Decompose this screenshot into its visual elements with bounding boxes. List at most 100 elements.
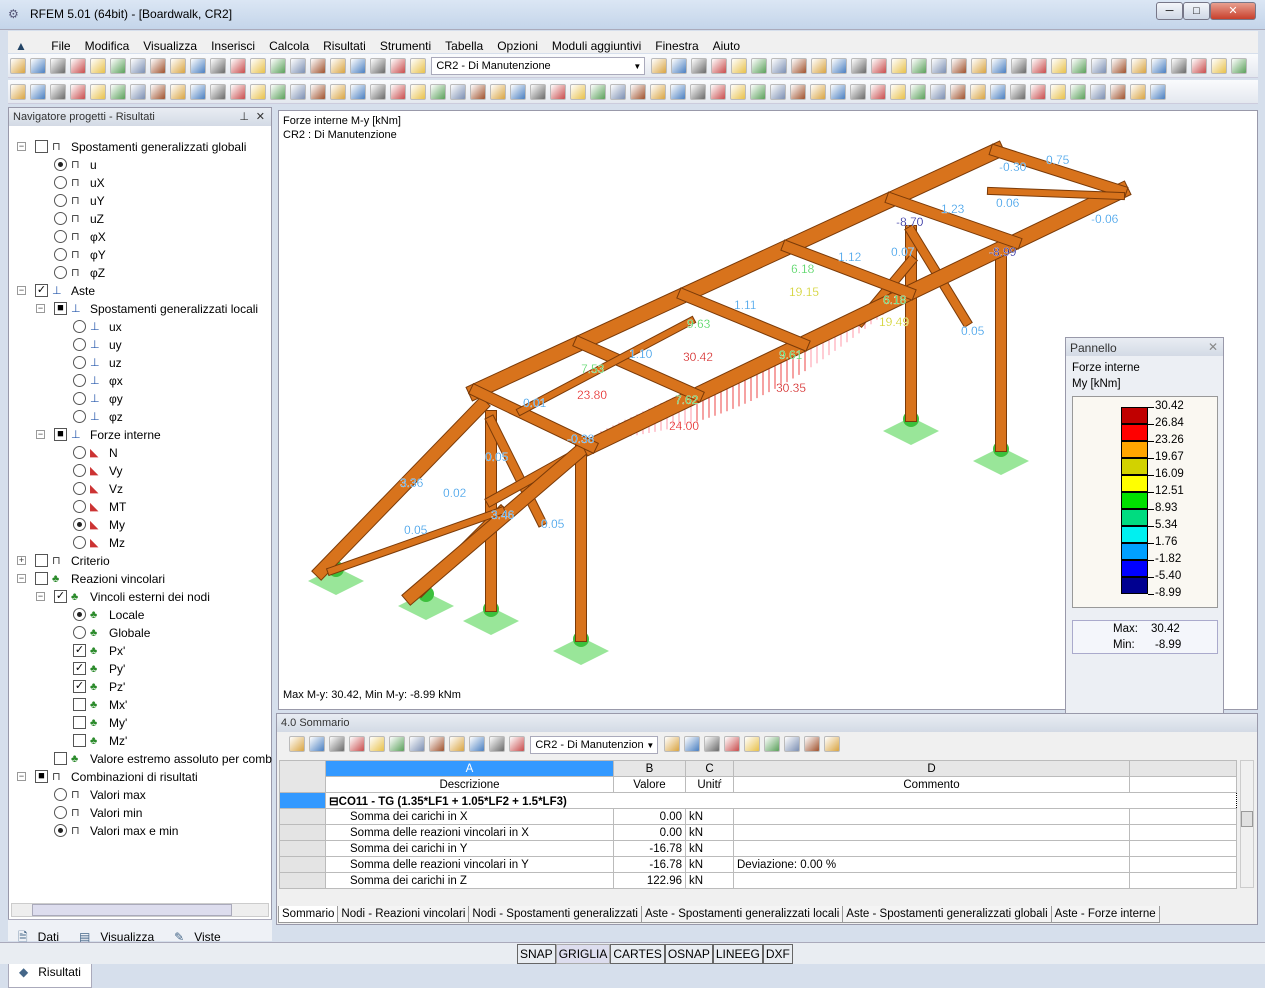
standard-tool-14-icon[interactable] <box>270 58 286 74</box>
table-tool-1-icon[interactable] <box>289 736 305 752</box>
radio-button[interactable] <box>73 536 86 549</box>
standard-tool-17-icon[interactable] <box>330 58 346 74</box>
table2-tool-3-icon[interactable] <box>703 736 720 752</box>
load-case-select[interactable]: CR2 - Di Manutenzione ▼ <box>431 57 646 75</box>
table-tool-8-icon[interactable] <box>429 736 445 752</box>
standard2-tool-28-icon[interactable] <box>1190 58 1207 74</box>
standard-tool-9-icon[interactable] <box>170 58 186 74</box>
summary-load-case-select[interactable]: CR2 - Di Manutenzion ▼ <box>530 736 659 754</box>
row-header[interactable] <box>279 792 326 809</box>
edit-tool-48-icon[interactable] <box>950 84 966 100</box>
pin-icon[interactable]: ⊥ <box>239 110 249 123</box>
minimize-button[interactable]: ─ <box>1156 2 1183 20</box>
table-tab[interactable]: Aste - Spostamenti generalizzati locali <box>640 906 844 923</box>
radio-button[interactable] <box>54 266 67 279</box>
standard2-tool-18-icon[interactable] <box>990 58 1007 74</box>
edit-tool-24-icon[interactable] <box>470 84 486 100</box>
standard2-tool-23-icon[interactable] <box>1090 58 1107 74</box>
checkbox[interactable]: ✓ <box>73 662 86 675</box>
collapse-icon[interactable]: − <box>17 574 26 583</box>
standard2-tool-12-icon[interactable] <box>870 58 887 74</box>
radio-button[interactable] <box>73 392 86 405</box>
standard2-tool-1-icon[interactable] <box>650 58 667 74</box>
standard-tool-12-icon[interactable] <box>230 58 246 74</box>
standard2-tool-5-icon[interactable] <box>730 58 747 74</box>
edit-tool-57-icon[interactable] <box>1130 84 1146 100</box>
radio-button[interactable] <box>73 446 86 459</box>
table2-tool-4-icon[interactable] <box>723 736 740 752</box>
edit-tool-37-icon[interactable] <box>730 84 746 100</box>
standard2-tool-26-icon[interactable] <box>1150 58 1167 74</box>
table2-tool-8-icon[interactable] <box>803 736 820 752</box>
edit-tool-58-icon[interactable] <box>1150 84 1166 100</box>
edit-tool-5-icon[interactable] <box>90 84 106 100</box>
column-header[interactable]: Valore <box>613 776 686 793</box>
edit-tool-21-icon[interactable] <box>410 84 426 100</box>
status-cartes-toggle[interactable]: CARTES <box>610 944 665 964</box>
edit-tool-12-icon[interactable] <box>230 84 246 100</box>
standard2-tool-27-icon[interactable] <box>1170 58 1187 74</box>
standard-tool-6-icon[interactable] <box>110 58 126 74</box>
standard2-tool-24-icon[interactable] <box>1110 58 1127 74</box>
standard-tool-3-icon[interactable] <box>50 58 66 74</box>
table-tab[interactable]: Aste - Forze interne <box>1050 906 1160 923</box>
edit-tool-44-icon[interactable] <box>870 84 886 100</box>
collapse-icon[interactable]: − <box>36 304 45 313</box>
standard2-tool-21-icon[interactable] <box>1050 58 1067 74</box>
status-snap-toggle[interactable]: SNAP <box>517 944 556 964</box>
edit-tool-11-icon[interactable] <box>210 84 226 100</box>
edit-tool-16-icon[interactable] <box>310 84 326 100</box>
edit-tool-9-icon[interactable] <box>170 84 186 100</box>
checkbox[interactable] <box>35 572 48 585</box>
standard2-tool-22-icon[interactable] <box>1070 58 1087 74</box>
checkbox[interactable]: ✓ <box>73 644 86 657</box>
radio-button[interactable] <box>54 176 67 189</box>
checkbox[interactable]: ✓ <box>35 284 48 297</box>
table2-tool-6-icon[interactable] <box>763 736 780 752</box>
edit-tool-26-icon[interactable] <box>510 84 526 100</box>
table2-tool-1-icon[interactable] <box>663 736 680 752</box>
radio-button[interactable] <box>73 338 86 351</box>
status-dxf-toggle[interactable]: DXF <box>762 944 793 964</box>
standard-tool-20-icon[interactable] <box>390 58 406 74</box>
standard2-tool-17-icon[interactable] <box>970 58 987 74</box>
table-tab[interactable]: Nodi - Reazioni vincolari <box>337 906 470 923</box>
status-lineeg-toggle[interactable]: LINEEG <box>712 944 763 964</box>
standard-tool-13-icon[interactable] <box>250 58 266 74</box>
standard2-tool-9-icon[interactable] <box>810 58 827 74</box>
standard-tool-15-icon[interactable] <box>290 58 306 74</box>
table-row[interactable]: Somma dei carichi in Z 122.96 kN <box>279 872 1237 889</box>
edit-tool-8-icon[interactable] <box>150 84 166 100</box>
column-letter[interactable]: A <box>325 760 614 777</box>
radio-button[interactable] <box>73 518 86 531</box>
standard2-tool-14-icon[interactable] <box>910 58 927 74</box>
column-header[interactable]: Descrizione <box>325 776 614 793</box>
checkbox[interactable] <box>73 698 86 711</box>
maximize-button[interactable]: □ <box>1183 2 1210 20</box>
edit-tool-40-icon[interactable] <box>790 84 806 100</box>
edit-tool-42-icon[interactable] <box>830 84 846 100</box>
standard2-tool-3-icon[interactable] <box>690 58 707 74</box>
edit-tool-19-icon[interactable] <box>370 84 386 100</box>
collapse-icon[interactable]: − <box>17 286 26 295</box>
edit-tool-36-icon[interactable] <box>710 84 726 100</box>
radio-button[interactable] <box>73 482 86 495</box>
radio-button[interactable] <box>54 248 67 261</box>
edit-tool-52-icon[interactable] <box>1030 84 1046 100</box>
edit-tool-47-icon[interactable] <box>930 84 946 100</box>
edit-tool-10-icon[interactable] <box>190 84 206 100</box>
edit-tool-18-icon[interactable] <box>350 84 366 100</box>
standard2-tool-10-icon[interactable] <box>830 58 847 74</box>
edit-tool-2-icon[interactable] <box>30 84 46 100</box>
checkbox[interactable] <box>54 752 67 765</box>
standard-tool-19-icon[interactable] <box>370 58 386 74</box>
table-tool-12-icon[interactable] <box>509 736 525 752</box>
table2-tool-5-icon[interactable] <box>743 736 760 752</box>
collapse-icon[interactable]: − <box>36 592 45 601</box>
standard2-tool-19-icon[interactable] <box>1010 58 1027 74</box>
row-header[interactable] <box>279 872 326 889</box>
standard-tool-11-icon[interactable] <box>210 58 226 74</box>
edit-tool-32-icon[interactable] <box>630 84 646 100</box>
edit-tool-29-icon[interactable] <box>570 84 586 100</box>
radio-button[interactable] <box>73 608 86 621</box>
